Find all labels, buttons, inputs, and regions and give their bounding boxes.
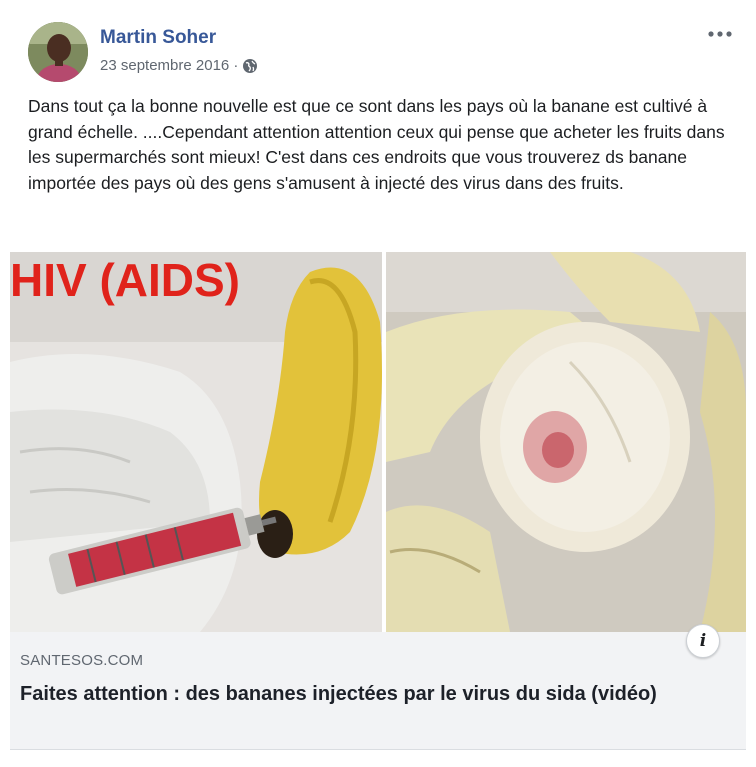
info-icon[interactable]: i [686, 624, 720, 658]
link-preview-card[interactable]: HIV (AIDS) SANTESOS.COM Faites attention… [10, 252, 746, 750]
ellipsis-icon[interactable] [700, 22, 740, 46]
image-overlay-text: HIV (AIDS) [10, 254, 240, 306]
link-preview-footer[interactable]: SANTESOS.COM Faites attention : des bana… [10, 632, 746, 750]
post-text: Dans tout ça la bonne nouvelle est que c… [28, 96, 725, 193]
avatar[interactable] [28, 22, 88, 82]
facebook-post: Martin Soher 23 septembre 2016 · Dans to… [0, 0, 756, 767]
post-date[interactable]: 23 septembre 2016 · [100, 57, 238, 74]
globe-icon[interactable] [242, 58, 258, 74]
link-domain: SANTESOS.COM [20, 652, 144, 669]
post-meta: 23 septembre 2016 · [100, 57, 258, 74]
author-name[interactable]: Martin Soher [100, 27, 216, 49]
link-headline[interactable]: Faites attention : des bananes injectées… [20, 680, 720, 708]
link-preview-image[interactable]: HIV (AIDS) [10, 252, 746, 632]
